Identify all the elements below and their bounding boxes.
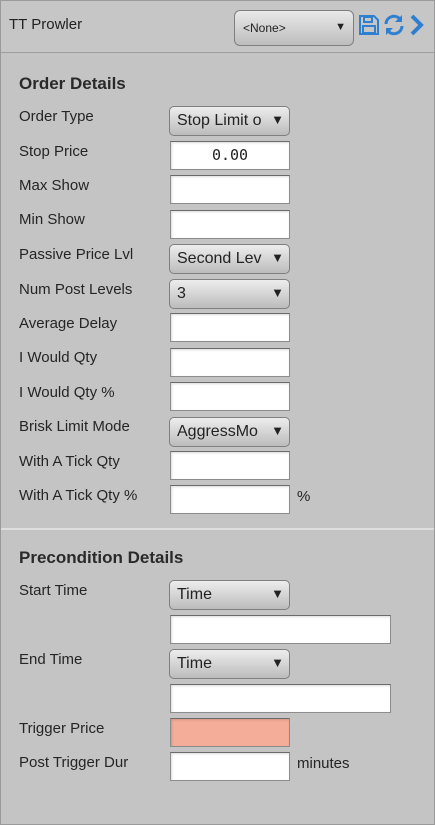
brisk-limit-mode-value: AggressMo bbox=[177, 423, 258, 440]
passive-price-lvl-value: Second Lev bbox=[177, 250, 262, 267]
chevron-down-icon: ▼ bbox=[271, 285, 284, 300]
min-show-input[interactable] bbox=[170, 210, 290, 239]
start-time-type-select[interactable]: Time ▼ bbox=[169, 580, 290, 610]
start-time-label: Start Time bbox=[19, 582, 88, 599]
max-show-input[interactable] bbox=[170, 175, 290, 204]
num-post-levels-value: 3 bbox=[177, 285, 186, 302]
end-time-input[interactable] bbox=[170, 684, 391, 713]
end-time-type-select[interactable]: Time ▼ bbox=[169, 649, 290, 679]
i-would-qty-pct-label: I Would Qty % bbox=[19, 384, 115, 401]
preset-select-value: <None> bbox=[243, 21, 286, 35]
num-post-levels-select[interactable]: 3 ▼ bbox=[169, 279, 290, 309]
with-a-tick-qty-input[interactable] bbox=[170, 451, 290, 480]
chevron-down-icon: ▼ bbox=[271, 250, 284, 265]
order-type-value: Stop Limit o bbox=[177, 112, 262, 129]
stop-price-input[interactable]: 0.00 bbox=[170, 141, 290, 170]
refresh-icon[interactable] bbox=[382, 13, 406, 37]
with-a-tick-qty-pct-label: With A Tick Qty % bbox=[19, 487, 138, 504]
with-a-tick-qty-label: With A Tick Qty bbox=[19, 453, 120, 470]
chevron-down-icon: ▼ bbox=[271, 423, 284, 438]
average-delay-input[interactable] bbox=[170, 313, 290, 342]
with-a-tick-qty-pct-unit: % bbox=[297, 488, 311, 505]
with-a-tick-qty-pct-input[interactable] bbox=[170, 485, 290, 514]
preset-select[interactable]: <None> ▼ bbox=[234, 10, 354, 46]
chevron-down-icon: ▼ bbox=[271, 655, 284, 670]
i-would-qty-label: I Would Qty bbox=[19, 349, 98, 366]
i-would-qty-pct-input[interactable] bbox=[170, 382, 290, 411]
post-trigger-dur-label: Post Trigger Dur bbox=[19, 754, 129, 771]
panel-header: TT Prowler <None> ▼ bbox=[1, 1, 434, 53]
precondition-details-title: Precondition Details bbox=[19, 548, 184, 567]
post-trigger-dur-unit: minutes bbox=[297, 755, 350, 772]
trigger-price-label: Trigger Price bbox=[19, 720, 105, 737]
tt-prowler-panel: TT Prowler <None> ▼ Order Details Order … bbox=[0, 0, 435, 825]
passive-price-lvl-label: Passive Price Lvl bbox=[19, 246, 134, 263]
chevron-down-icon: ▼ bbox=[271, 586, 284, 601]
num-post-levels-label: Num Post Levels bbox=[19, 281, 133, 298]
post-trigger-dur-input[interactable] bbox=[170, 752, 290, 781]
chevron-right-icon[interactable] bbox=[407, 13, 431, 37]
order-type-label: Order Type bbox=[19, 108, 94, 125]
end-time-type-value: Time bbox=[177, 655, 212, 672]
section-divider bbox=[1, 528, 434, 530]
average-delay-label: Average Delay bbox=[19, 315, 118, 332]
save-icon[interactable] bbox=[357, 13, 381, 37]
i-would-qty-input[interactable] bbox=[170, 348, 290, 377]
start-time-type-value: Time bbox=[177, 586, 212, 603]
max-show-label: Max Show bbox=[19, 177, 90, 194]
brisk-limit-mode-label: Brisk Limit Mode bbox=[19, 418, 130, 435]
min-show-label: Min Show bbox=[19, 211, 85, 228]
order-type-select[interactable]: Stop Limit o ▼ bbox=[169, 106, 290, 136]
chevron-down-icon: ▼ bbox=[335, 21, 346, 33]
start-time-input[interactable] bbox=[170, 615, 391, 644]
chevron-down-icon: ▼ bbox=[271, 112, 284, 127]
order-details-title: Order Details bbox=[19, 74, 126, 93]
stop-price-label: Stop Price bbox=[19, 143, 89, 160]
panel-title: TT Prowler bbox=[9, 16, 83, 33]
trigger-price-input[interactable] bbox=[170, 718, 290, 747]
brisk-limit-mode-select[interactable]: AggressMo ▼ bbox=[169, 417, 290, 447]
passive-price-lvl-select[interactable]: Second Lev ▼ bbox=[169, 244, 290, 274]
end-time-label: End Time bbox=[19, 651, 83, 668]
